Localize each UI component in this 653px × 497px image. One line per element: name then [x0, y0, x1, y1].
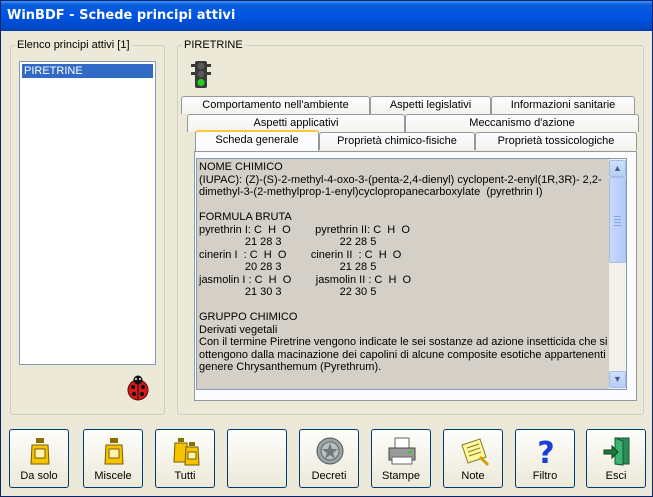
tab-comportamento-ambiente[interactable]: Comportamento nell'ambiente — [181, 96, 370, 114]
content-line: ottengono dalla macinazione dei capolini… — [199, 348, 618, 361]
empty-button[interactable] — [227, 429, 287, 488]
scroll-up-button[interactable]: ▲ — [609, 160, 626, 177]
da-solo-label: Da solo — [20, 470, 58, 482]
content-line — [199, 299, 609, 312]
content-line: cinerin I : C H O cinerin II : C H O — [199, 248, 402, 261]
esci-label: Esci — [605, 470, 627, 482]
scroll-down-button[interactable]: ▼ — [609, 371, 626, 388]
bottle-icon — [30, 438, 50, 465]
question-icon: ? — [537, 436, 554, 467]
note-button[interactable]: Note — [443, 429, 503, 488]
content-line: Con il termine Piretrine vengono indicat… — [199, 336, 608, 348]
content-line: GRUPPO CHIMICO — [199, 311, 298, 323]
tab-informazioni-sanitarie[interactable]: Informazioni sanitarie — [491, 96, 635, 114]
ladybug-icon — [127, 375, 149, 401]
main-window: WinBDF - Schede principi attivi Elenco p… — [0, 0, 653, 497]
content-line: pyrethrin I: C H O pyrethrin II: C H O — [199, 223, 410, 236]
bottle-icon — [104, 438, 124, 465]
stampe-button[interactable]: Stampe — [371, 429, 431, 488]
title-bar: WinBDF - Schede principi attivi — [1, 1, 652, 31]
content-line: 20 28 3 21 28 5 — [199, 261, 377, 273]
printer-icon — [388, 437, 416, 465]
content-line: Derivati vegetali — [199, 323, 278, 336]
tab-meccanismo-azione[interactable]: Meccanismo d'azione — [405, 114, 639, 132]
content-line: genere Chrysanthemum (Pyrethrum). — [199, 361, 382, 373]
content-line: FORMULA BRUTA — [199, 211, 292, 223]
traffic-light-icon — [191, 61, 211, 88]
miscele-label: Miscele — [94, 470, 132, 482]
esci-button[interactable]: Esci — [586, 429, 646, 488]
vertical-scrollbar[interactable]: ▲ ▼ — [609, 159, 626, 389]
bottles-icon — [173, 438, 200, 466]
filtro-button[interactable]: ? Filtro — [515, 429, 575, 488]
content-line: jasmolin I : C H O jasmolin II : C H O — [199, 273, 412, 286]
general-info-text[interactable]: NOME CHIMICO (IUPAC): (Z)-(S)-2-methyl-4-… — [196, 158, 627, 390]
content-line: dimethyl-3-(2-methylprop-1-enyl)cyclopro… — [199, 186, 543, 198]
emblem-icon — [316, 437, 344, 465]
tab-scheda-generale[interactable]: Scheda generale — [195, 130, 319, 151]
general-info-content: NOME CHIMICO (IUPAC): (Z)-(S)-2-methyl-4-… — [199, 161, 618, 374]
scroll-thumb[interactable] — [609, 177, 626, 263]
content-line: 21 28 3 22 28 5 — [199, 236, 377, 248]
content-line: (IUPAC): (Z)-(S)-2-methyl-4-oxo-3-(penta… — [199, 173, 602, 186]
decreti-label: Decreti — [311, 470, 347, 482]
tab-aspetti-legislativi[interactable]: Aspetti legislativi — [370, 96, 491, 114]
filtro-label: Filtro — [532, 470, 558, 482]
tutti-label: Tutti — [174, 470, 196, 482]
list-item[interactable]: PIRETRINE — [21, 63, 154, 79]
exit-door-icon — [603, 437, 630, 466]
svg-text:?: ? — [537, 436, 554, 467]
active-principles-legend: Elenco principi attivi [1] — [17, 39, 130, 51]
note-label: Note — [461, 470, 485, 482]
content-line: 21 30 3 22 30 5 — [199, 286, 377, 298]
miscele-button[interactable]: Miscele — [83, 429, 143, 488]
principle-detail-legend: PIRETRINE — [184, 39, 243, 51]
tab-proprieta-chimico-fisiche[interactable]: Proprietà chimico-fisiche — [319, 132, 475, 150]
content-line: NOME CHIMICO — [199, 161, 283, 173]
tab-proprieta-tossicologiche[interactable]: Proprietà tossicologiche — [475, 132, 637, 150]
stampe-label: Stampe — [382, 470, 420, 482]
da-solo-button[interactable]: Da solo — [9, 429, 69, 488]
tutti-button[interactable]: Tutti — [155, 429, 215, 488]
note-icon — [461, 438, 490, 467]
active-principles-list[interactable]: PIRETRINE — [19, 61, 156, 365]
content-line — [199, 199, 609, 212]
decreti-button[interactable]: Decreti — [299, 429, 359, 488]
